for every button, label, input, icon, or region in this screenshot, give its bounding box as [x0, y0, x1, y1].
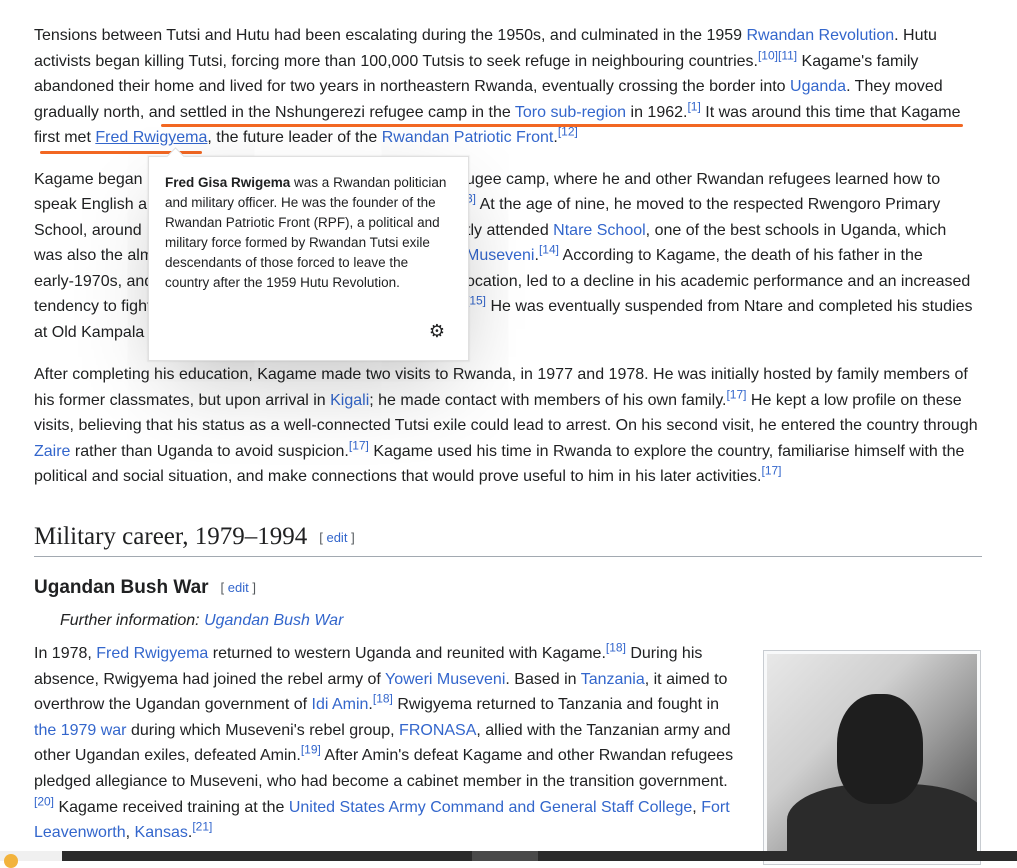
ref-10[interactable]: [10] [758, 48, 778, 62]
paragraph-rwanda-visits: After completing his education, Kagame m… [34, 366, 978, 486]
edit-link-military-career[interactable]: edit [326, 530, 347, 545]
section-edit: [ edit ] [319, 530, 355, 546]
link-hatnote-ugandan-bush-war[interactable]: Ugandan Bush War [204, 612, 343, 629]
ref-18a[interactable]: [18] [606, 641, 626, 655]
ref-11[interactable]: [11] [778, 48, 797, 62]
gear-icon[interactable]: ⚙ [428, 322, 446, 340]
link-kigali[interactable]: Kigali [330, 392, 369, 409]
ref-19[interactable]: [19] [301, 743, 321, 757]
section-heading-military-career: Military career, 1979–1994[ edit ] [34, 520, 982, 557]
highlight-underline-1 [161, 124, 963, 127]
page-preview-popup[interactable]: Fred Gisa Rwigema was a Rwandan politici… [148, 147, 469, 361]
subsection-edit: [ edit ] [220, 580, 256, 595]
link-kansas[interactable]: Kansas [135, 824, 188, 841]
link-tanzania[interactable]: Tanzania [581, 671, 645, 688]
ref-21[interactable]: [21] [192, 820, 212, 834]
ref-1[interactable]: [1] [687, 99, 700, 113]
link-1979-war[interactable]: the 1979 war [34, 722, 127, 739]
thumbnail-photo[interactable] [763, 650, 981, 865]
link-uganda[interactable]: Uganda [790, 78, 846, 95]
link-zaire[interactable]: Zaire [34, 443, 70, 460]
ref-15[interactable]: [15] [466, 294, 486, 308]
link-museveni[interactable]: Museveni [466, 247, 534, 264]
ref-17c[interactable]: [17] [762, 464, 782, 478]
popup-extract[interactable]: Fred Gisa Rwigema was a Rwandan politici… [165, 173, 455, 293]
link-yoweri-museveni[interactable]: Yoweri Museveni [385, 671, 505, 688]
ref-20[interactable]: [20] [34, 794, 54, 808]
paragraph-early-life: Tensions between Tutsi and Hutu had been… [34, 27, 961, 147]
link-fred-rwigyema-2[interactable]: Fred Rwigyema [96, 645, 208, 662]
link-rwandan-patriotic-front[interactable]: Rwandan Patriotic Front [382, 129, 554, 146]
taskbar-item[interactable] [472, 851, 538, 861]
link-us-army-college[interactable]: United States Army Command and General S… [289, 799, 692, 816]
ref-18b[interactable]: [18] [373, 692, 393, 706]
taskbar-start-area[interactable] [0, 851, 62, 868]
taskbar [0, 851, 1017, 868]
hatnote-further-information: Further information: Ugandan Bush War [60, 612, 344, 629]
paragraph-bush-war: In 1978, Fred Rwigyema returned to weste… [34, 640, 734, 842]
link-idi-amin[interactable]: Idi Amin [312, 696, 369, 713]
link-rwandan-revolution[interactable]: Rwandan Revolution [747, 27, 895, 44]
link-fronasa[interactable]: FRONASA [399, 722, 476, 739]
link-ntare-school[interactable]: Ntare School [553, 222, 646, 239]
link-fred-rwigyema[interactable]: Fred Rwigyema [95, 129, 207, 146]
app-icon[interactable] [4, 854, 18, 868]
link-toro-sub-region[interactable]: Toro sub-region [515, 104, 626, 121]
subsection-heading-ugandan-bush-war: Ugandan Bush War[ edit ] [34, 577, 256, 599]
ref-12[interactable]: [12] [558, 125, 578, 139]
ref-14[interactable]: [14] [539, 243, 559, 257]
edit-link-ugandan-bush-war[interactable]: edit [228, 580, 249, 595]
ref-17b[interactable]: [17] [349, 438, 369, 452]
portrait-image [767, 654, 977, 861]
ref-17a[interactable]: [17] [726, 387, 746, 401]
